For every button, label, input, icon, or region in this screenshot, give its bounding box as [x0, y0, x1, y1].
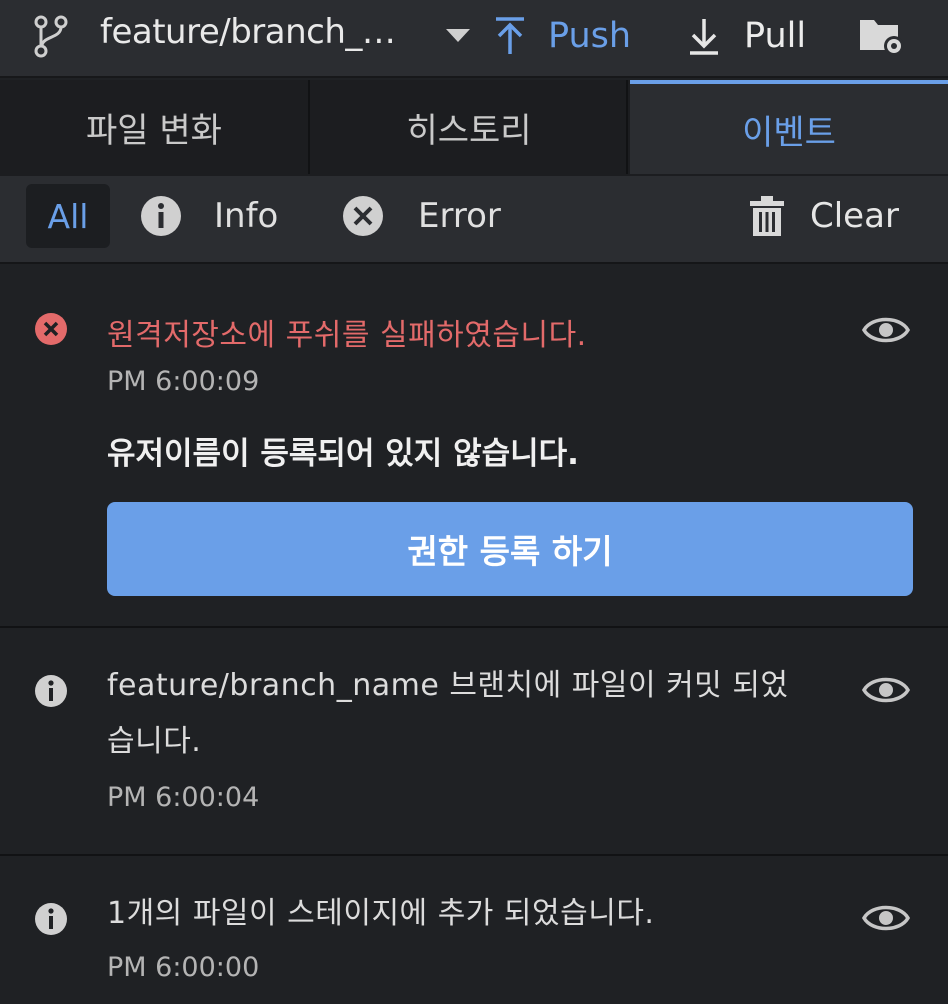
info-icon [35, 903, 67, 935]
clear-button[interactable]: Clear [748, 184, 899, 248]
filter-info-label: Info [214, 196, 279, 236]
event-filter-bar: All Info Error Clear [0, 176, 948, 264]
chevron-down-icon[interactable] [444, 26, 472, 44]
event-timestamp: PM 6:00:09 [107, 366, 260, 397]
tab-file-changes[interactable]: 파일 변화 [0, 80, 310, 174]
event-title: 1개의 파일이 스테이지에 추가 되었습니다. [107, 896, 655, 931]
panel-tabs: 파일 변화 히스토리 이벤트 [0, 80, 948, 176]
event-timestamp: PM 6:00:00 [107, 952, 260, 983]
pull-button[interactable]: Pull [688, 8, 806, 64]
branch-selector[interactable]: feature/branch_… [100, 12, 396, 52]
filter-error-button[interactable]: Error [342, 184, 501, 248]
eye-icon[interactable] [862, 902, 910, 934]
git-branch-icon [34, 15, 68, 58]
event-title: 원격저장소에 푸쉬를 실패하였습니다. [107, 318, 587, 353]
info-icon [35, 675, 67, 707]
info-icon [141, 196, 181, 236]
tab-history[interactable]: 히스토리 [312, 80, 628, 174]
pull-arrow-icon [690, 19, 718, 55]
tab-events[interactable]: 이벤트 [630, 80, 948, 174]
filter-info-button[interactable]: Info [140, 184, 278, 248]
trash-icon [750, 196, 784, 236]
push-button[interactable]: Push [494, 8, 631, 64]
filter-error-label: Error [418, 196, 501, 236]
event-timestamp: PM 6:00:04 [107, 782, 260, 813]
register-permission-button[interactable]: 권한 등록 하기 [107, 502, 913, 596]
eye-icon[interactable] [862, 674, 910, 706]
top-toolbar: feature/branch_… Push Pull [0, 0, 948, 78]
error-icon [343, 196, 383, 236]
folder-settings-icon[interactable] [858, 14, 906, 58]
error-icon [35, 313, 67, 345]
pull-label: Pull [744, 16, 807, 56]
event-item-info: feature/branch_name 브랜치에 파일이 커밋 되었습니다. P… [0, 628, 948, 856]
event-item-error: 원격저장소에 푸쉬를 실패하였습니다. PM 6:00:09 유저이름이 등록되… [0, 266, 948, 628]
push-label: Push [548, 16, 632, 56]
event-item-info: 1개의 파일이 스테이지에 추가 되었습니다. PM 6:00:00 [0, 856, 948, 1004]
push-arrow-icon [496, 17, 524, 54]
event-title: feature/branch_name 브랜치에 파일이 커밋 되었습니다. [107, 668, 789, 759]
filter-all-button[interactable]: All [26, 184, 110, 248]
event-list: 원격저장소에 푸쉬를 실패하였습니다. PM 6:00:09 유저이름이 등록되… [0, 266, 948, 1004]
clear-label: Clear [810, 196, 899, 236]
eye-icon[interactable] [862, 314, 910, 346]
event-message: 유저이름이 등록되어 있지 않습니다. [107, 436, 579, 472]
